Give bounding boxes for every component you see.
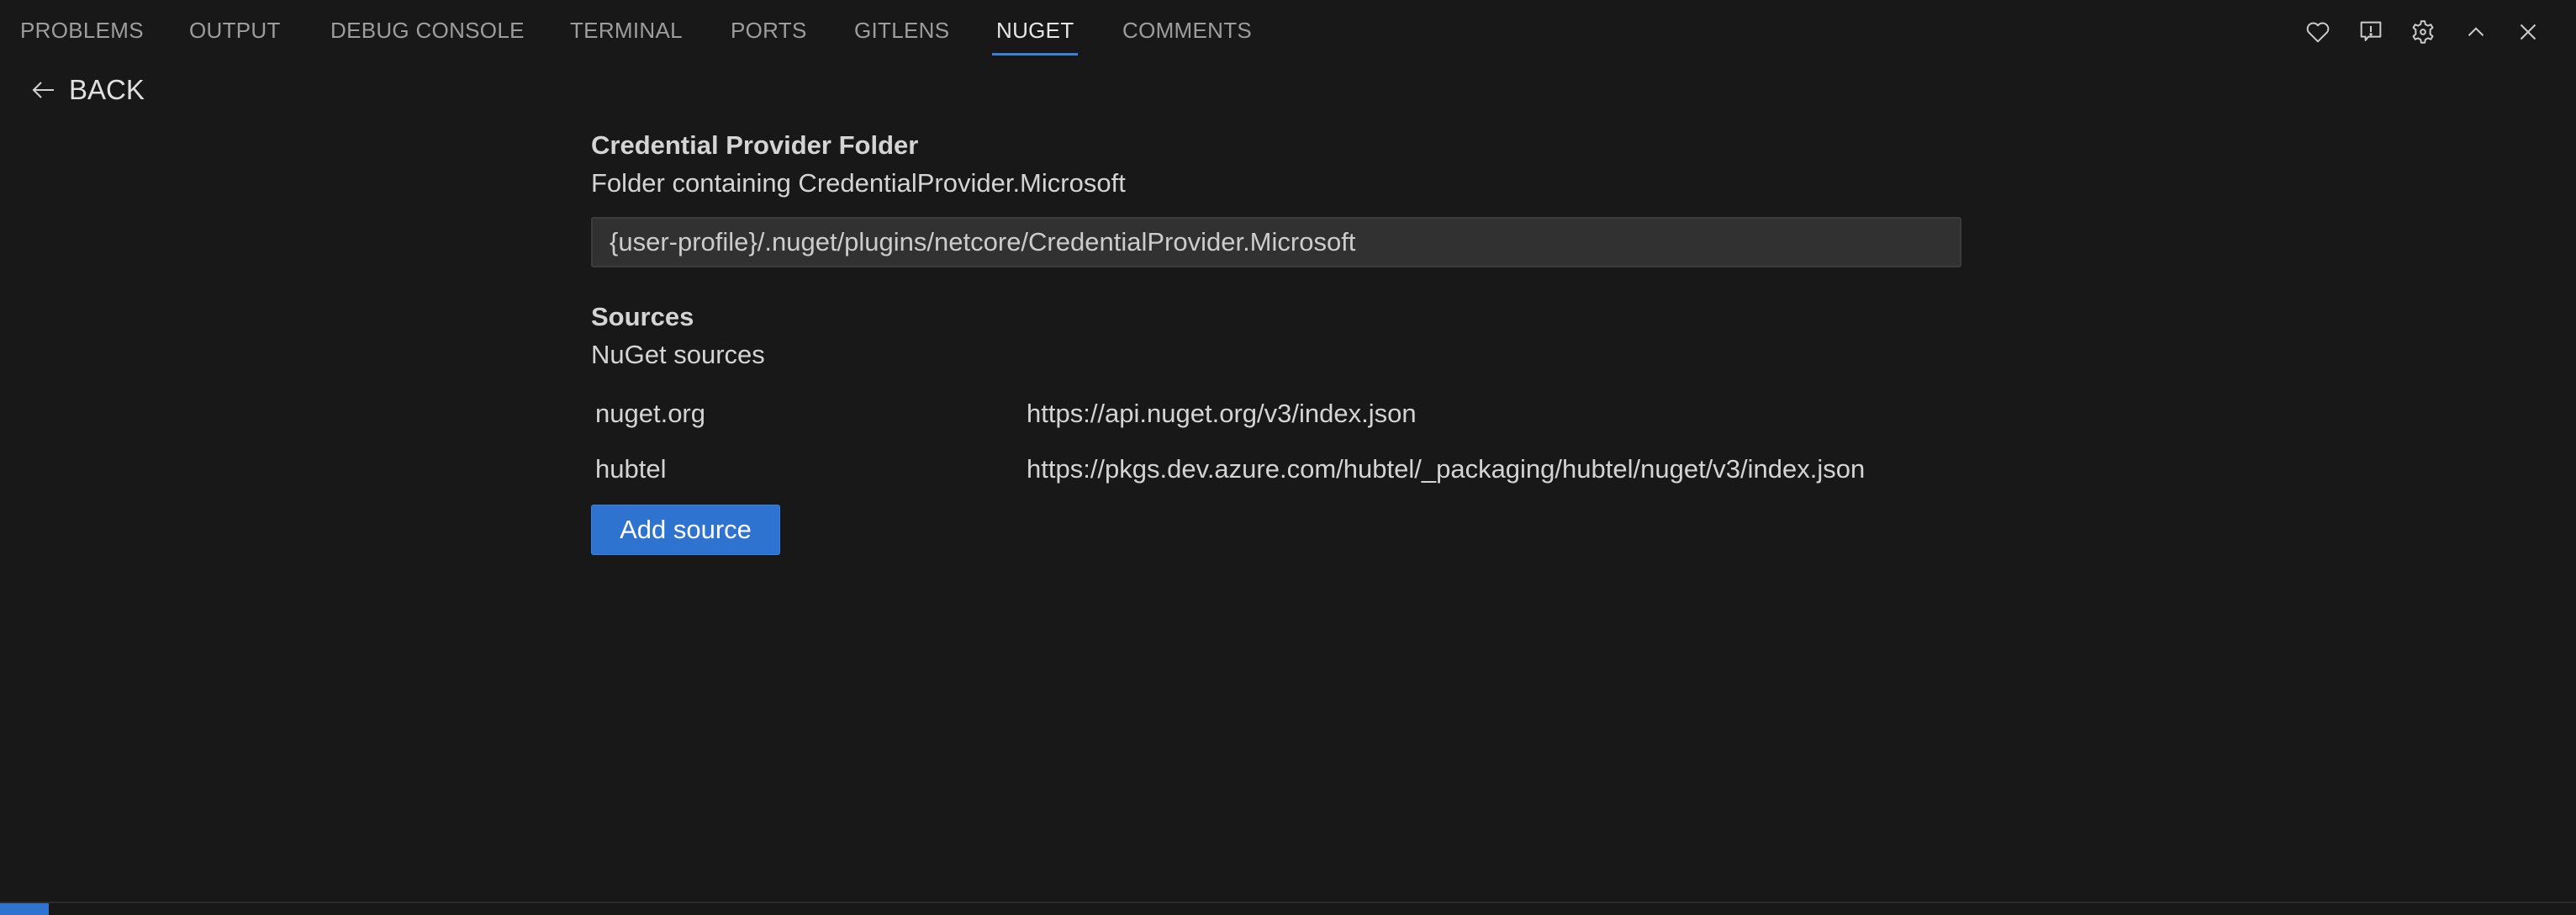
back-label: BACK	[69, 74, 145, 105]
source-url: https://api.nuget.org/v3/index.json	[1027, 399, 1417, 428]
heart-icon	[2306, 22, 2330, 43]
settings-button[interactable]	[2406, 15, 2440, 49]
arrow-left-icon	[32, 82, 54, 98]
close-icon	[2520, 24, 2536, 40]
close-panel-button[interactable]	[2511, 15, 2545, 49]
source-name: nuget.org	[595, 399, 705, 428]
sources-section: Sources NuGet sources nuget.org https://…	[591, 298, 1963, 555]
sources-description: NuGet sources	[591, 340, 765, 369]
source-name: hubtel	[595, 454, 667, 484]
credential-provider-title: Credential Provider Folder	[591, 130, 919, 160]
panel-actions	[0, 15, 2576, 49]
credential-provider-section: Credential Provider Folder Folder contai…	[591, 126, 1963, 267]
credential-provider-folder-input[interactable]	[591, 217, 1961, 267]
sources-list: nuget.org https://api.nuget.org/v3/index…	[591, 382, 1963, 493]
source-url: https://pkgs.dev.azure.com/hubtel/_packa…	[1027, 454, 1866, 484]
report-issue-button[interactable]	[2354, 15, 2388, 49]
feedback-icon	[2360, 21, 2382, 41]
panel-header: PROBLEMS OUTPUT DEBUG CONSOLE TERMINAL P…	[0, 0, 2576, 61]
nuget-settings: Credential Provider Folder Folder contai…	[591, 126, 1963, 555]
back-button[interactable]: BACK	[29, 74, 145, 106]
sources-title: Sources	[591, 302, 694, 331]
chevron-up-icon	[2468, 27, 2484, 36]
source-row[interactable]: hubtel https://pkgs.dev.azure.com/hubtel…	[591, 437, 1963, 493]
source-row[interactable]: nuget.org https://api.nuget.org/v3/index…	[591, 382, 1963, 437]
sponsor-button[interactable]	[2301, 15, 2335, 49]
gear-icon	[2412, 20, 2434, 44]
credential-provider-description: Folder containing CredentialProvider.Mic…	[591, 168, 1126, 198]
active-tab-indicator	[992, 53, 1078, 56]
maximize-panel-button[interactable]	[2459, 15, 2493, 49]
add-source-button[interactable]: Add source	[591, 505, 780, 555]
